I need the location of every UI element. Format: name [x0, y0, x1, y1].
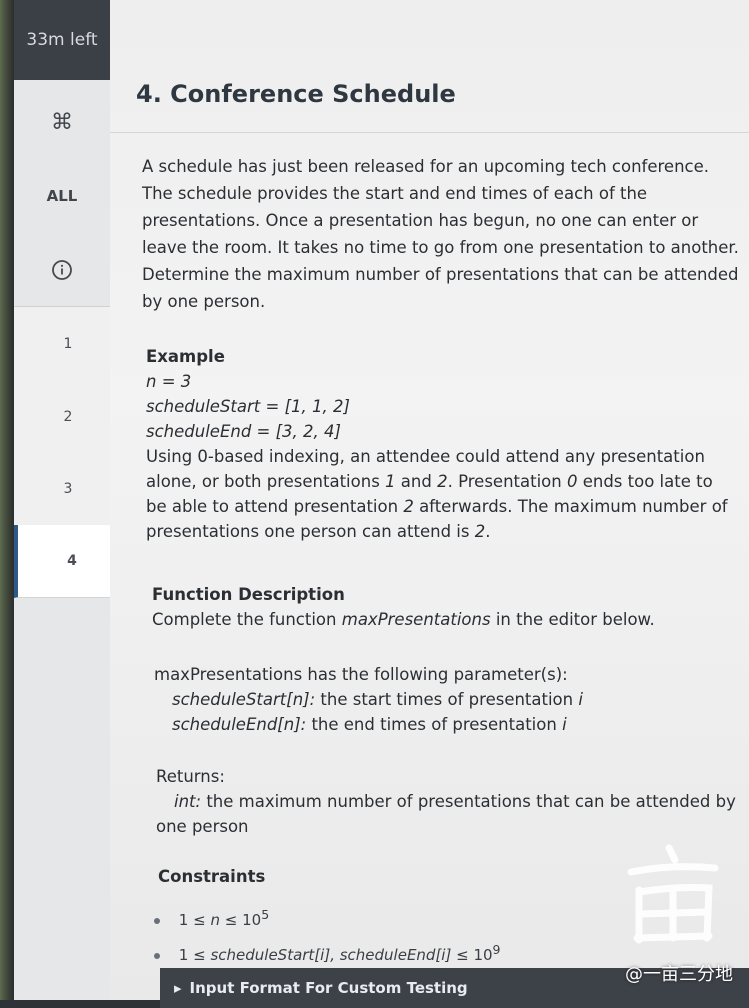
explanation-var: 2 [437, 472, 448, 491]
question-tab-3[interactable]: 3 [14, 453, 122, 526]
constraint-text: 1 ≤ [178, 946, 206, 964]
question-tab-label: 4 [67, 553, 77, 569]
param-item: scheduleStart[n]: the start times of pre… [154, 687, 583, 712]
example-line: n = 3 [146, 372, 192, 391]
returns-text: int: the maximum number of presentations… [156, 789, 736, 814]
constraint-exp: 9 [492, 942, 501, 957]
constraint-text: ≤ 10 [456, 946, 493, 964]
problem-title: 4. Conference Schedule [136, 80, 456, 108]
bullet-icon [154, 952, 160, 959]
info-icon[interactable] [14, 250, 110, 290]
params-section: maxPresentations has the following param… [154, 662, 583, 737]
question-tab-label: 3 [63, 481, 73, 497]
example-explanation: presentations one person can attend is 2… [146, 519, 728, 544]
returns-desc-cont: one person [156, 817, 249, 836]
explanation-text: ends too late to [582, 472, 713, 491]
example-section: Example n = 3 scheduleStart = [1, 1, 2] … [146, 344, 728, 544]
watermark-logo-icon [627, 844, 719, 944]
param-desc: the start times of presentation [320, 690, 574, 709]
photo-edge [0, 0, 14, 1000]
explanation-text: be able to attend presentation [146, 497, 399, 516]
collapsible-label: Input Format For Custom Testing [189, 979, 468, 997]
constraint-exp: 5 [261, 907, 270, 922]
constraint-var: n [210, 911, 220, 929]
function-text-post: in the editor below. [495, 610, 655, 629]
constraints-heading-wrap: Constraints [158, 864, 265, 889]
explanation-text: alone, or both presentations [146, 472, 380, 491]
explanation-text: afterwards. The maximum number of [419, 497, 728, 516]
explanation-text: . [485, 522, 491, 541]
sidebar-item-all[interactable]: ALL [14, 176, 110, 216]
returns-desc: the maximum number of presentations that… [206, 792, 736, 811]
bullet-icon [154, 917, 160, 924]
question-tab-label: 1 [63, 336, 73, 352]
constraints-list: 1 ≤ n ≤ 105 1 ≤ scheduleStart[i], schedu… [154, 900, 501, 970]
question-tab-1[interactable]: 1 [14, 307, 122, 382]
param-item: scheduleEnd[n]: the end times of present… [154, 712, 583, 737]
constraint-text: 1 ≤ [178, 911, 206, 929]
param-name: scheduleStart[n]: [172, 690, 316, 709]
example-heading: Example [146, 347, 225, 366]
function-section: Function Description Complete the functi… [152, 582, 655, 632]
explanation-var: 2 [474, 522, 486, 541]
returns-heading: Returns: [156, 767, 225, 786]
example-line: scheduleStart = [1, 1, 2] [146, 397, 350, 416]
problem-description: A schedule has just been released for an… [142, 157, 739, 311]
example-explanation: alone, or both presentations 1 and 2. Pr… [146, 469, 728, 494]
watermark-text: @一亩三分地 [625, 964, 733, 985]
explanation-text: and [400, 472, 432, 491]
command-icon[interactable]: ⌘ [14, 100, 110, 144]
function-text-pre: Complete the function [152, 610, 337, 629]
triangle-right-icon: ▸ [174, 979, 182, 997]
question-tab-label: 2 [63, 409, 73, 425]
function-text: Complete the function maxPresentations i… [152, 607, 655, 632]
explanation-text: Using 0-based indexing, an attendee coul… [146, 447, 705, 466]
params-intro: maxPresentations has the following param… [154, 665, 568, 684]
returns-section: Returns: int: the maximum number of pres… [156, 764, 736, 839]
constraint-item: 1 ≤ scheduleStart[i], scheduleEnd[i] ≤ 1… [154, 935, 501, 970]
timer: 33m left [14, 0, 110, 80]
constraint-text: ≤ 10 [224, 911, 262, 929]
example-explanation: be able to attend presentation 2 afterwa… [146, 494, 728, 519]
explanation-text: presentations one person can attend is [146, 522, 470, 541]
constraint-item: 1 ≤ n ≤ 105 [154, 900, 501, 935]
sidebar-item-all-label: ALL [46, 187, 78, 205]
explanation-var: 1 [385, 472, 396, 491]
example-line: scheduleEnd = [3, 2, 4] [146, 422, 341, 441]
explanation-var: 2 [403, 497, 414, 516]
explanation-text: . Presentation [447, 472, 562, 491]
function-name: maxPresentations [341, 610, 491, 629]
returns-type: int: [174, 792, 202, 811]
param-var: i [562, 715, 567, 734]
timer-text: 33m left [26, 30, 98, 50]
constraints-heading: Constraints [158, 867, 266, 886]
explanation-var: 0 [566, 472, 578, 491]
function-heading: Function Description [152, 585, 345, 604]
question-tab-2[interactable]: 2 [14, 381, 122, 454]
constraint-var: scheduleStart[i], scheduleEnd[i] [210, 946, 452, 964]
param-desc: the end times of presentation [311, 715, 557, 734]
param-name: scheduleEnd[n]: [172, 715, 307, 734]
param-var: i [578, 690, 583, 709]
example-explanation: Using 0-based indexing, an attendee coul… [146, 444, 728, 469]
